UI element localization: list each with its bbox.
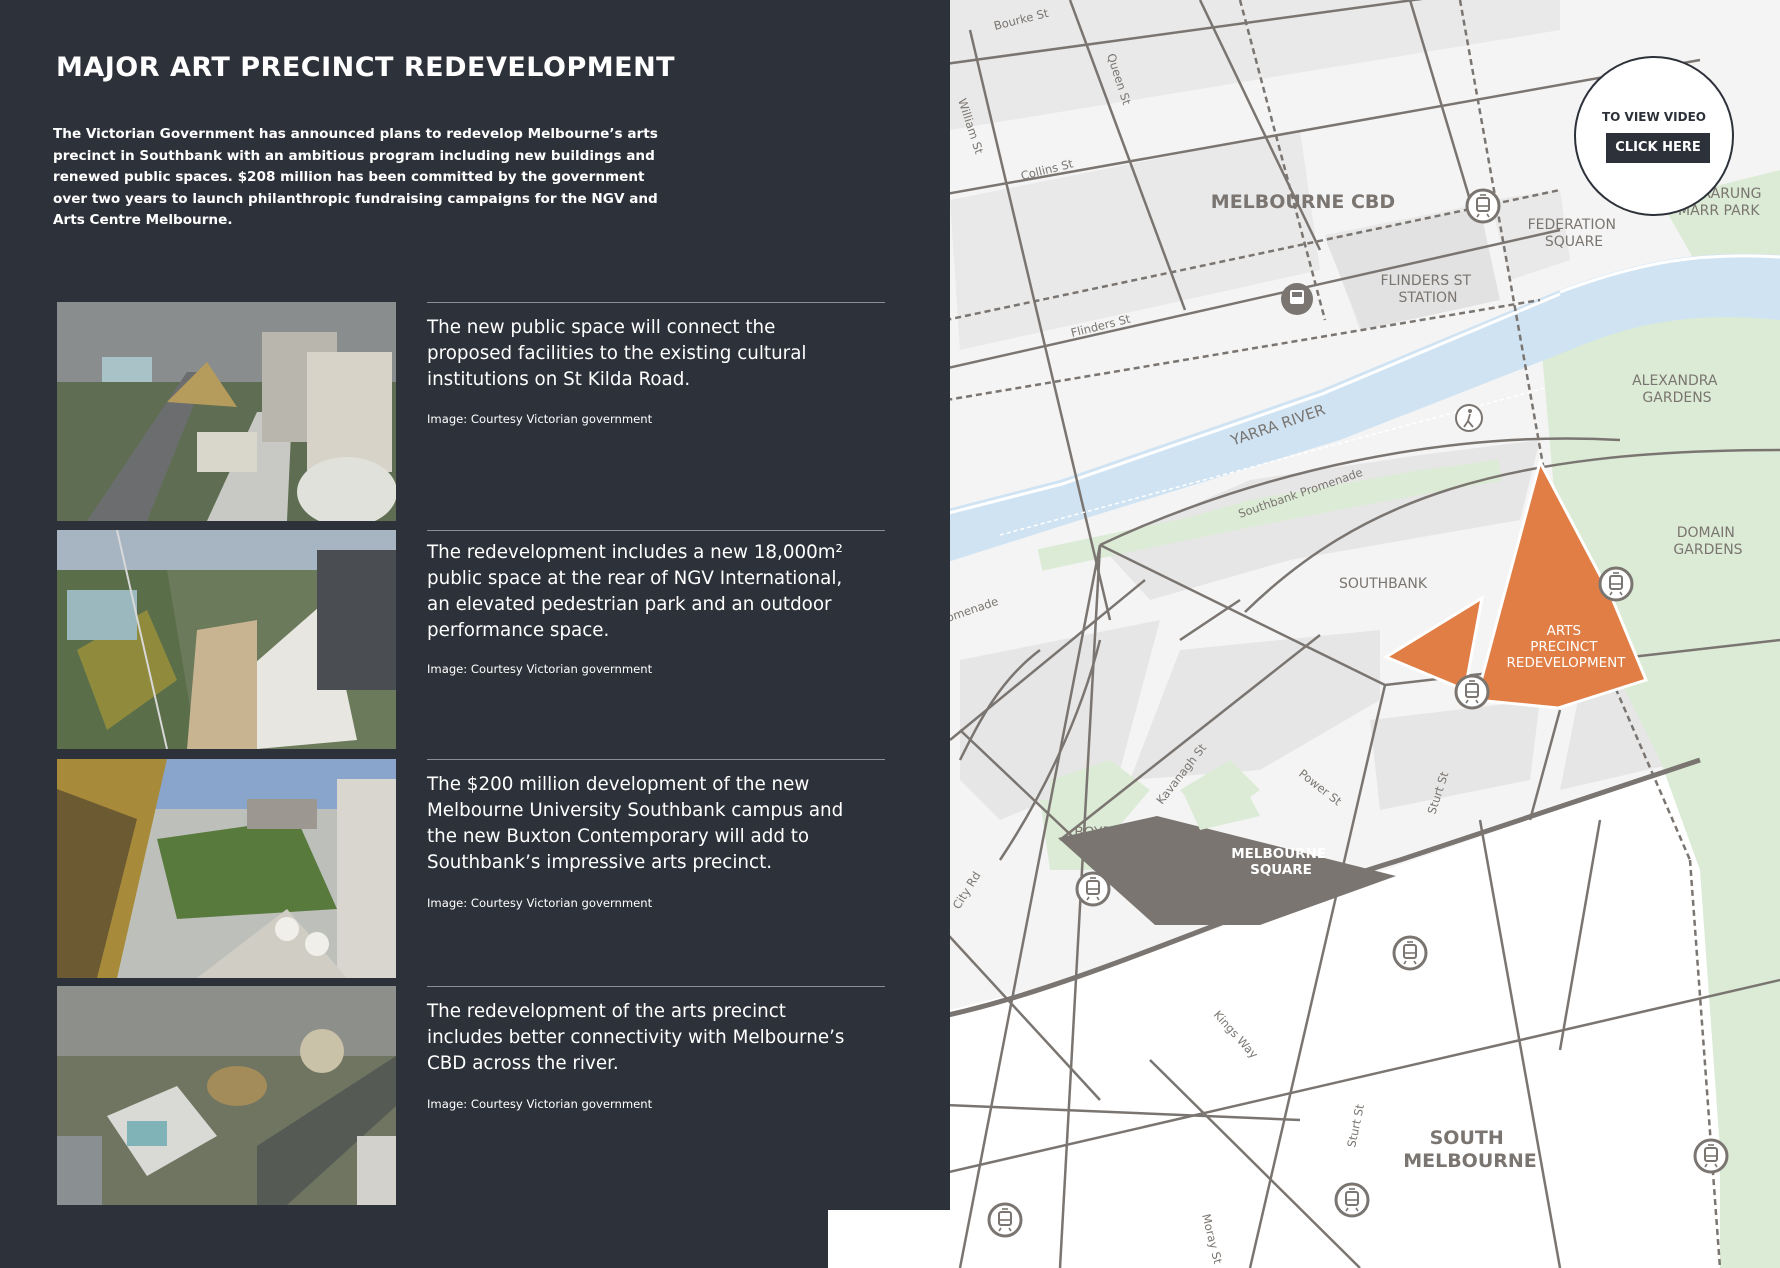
map-label-domain-gardens: DOMAIN: [1677, 525, 1735, 541]
pedestrian-icon: [1455, 404, 1483, 432]
tram-icon: [987, 1202, 1023, 1238]
map-label-federation-square: SQUARE: [1545, 234, 1603, 250]
aerial-render-image: [57, 530, 396, 749]
tram-icon: [1465, 188, 1501, 224]
tram-icon: [1334, 1182, 1370, 1218]
video-badge: TO VIEW VIDEO CLICK HERE: [1578, 60, 1730, 212]
tram-icon: [1075, 871, 1111, 907]
map-label-domain-gardens: GARDENS: [1673, 542, 1742, 558]
divider: [427, 759, 885, 760]
card-description: The new public space will connect the pr…: [427, 317, 807, 390]
aerial-render-image: [57, 986, 396, 1205]
map-label-flinders-station: STATION: [1398, 290, 1457, 306]
tram-icon: [1392, 935, 1428, 971]
map-label-south-melbourne: SOUTH: [1430, 1127, 1504, 1149]
click-here-button[interactable]: CLICK HERE: [1606, 133, 1710, 163]
svg-text:ALEXANDRA GARDENS: ALEXANDRA GARDENS: [1632, 373, 1722, 406]
image-credit: Image: Courtesy Victorian government: [427, 662, 653, 676]
image-credit: Image: Courtesy Victorian government: [427, 896, 653, 910]
map-label-arts-precinct: REDEVELOPMENT: [1507, 655, 1627, 671]
image-credit: Image: Courtesy Victorian government: [427, 1097, 653, 1111]
divider: [427, 302, 885, 303]
aerial-render-image: [57, 302, 396, 521]
aerial-render-image: [57, 759, 396, 978]
card-description: The redevelopment includes a new 18,000m…: [427, 542, 843, 641]
train-icon: [1281, 283, 1313, 315]
map-label-alexandra-gardens: ALEXANDRA: [1632, 373, 1718, 389]
map-label-melbourne-square: SQUARE: [1250, 862, 1312, 878]
map-label-south-melbourne: MELBOURNE: [1403, 1150, 1537, 1172]
map-label-arts-precinct: PRECINCT: [1530, 639, 1598, 655]
divider: [427, 530, 885, 531]
card-description: The redevelopment of the arts precinct i…: [427, 1001, 845, 1074]
svg-text:BOYD PARK: BOYD PARK: [1074, 825, 1117, 858]
map-label-boyd-park: PARK: [1078, 842, 1115, 858]
page-title: MAJOR ART PRECINCT REDEVELOPMENT: [56, 52, 676, 83]
divider: [427, 986, 885, 987]
svg-text:DOMAIN GARDENS: DOMAIN GARDENS: [1673, 525, 1742, 558]
tram-icon: [1598, 566, 1634, 602]
map-label-melbourne-square: MELBOURNE: [1231, 846, 1326, 862]
map-label-birrarung-marr: MARR PARK: [1678, 203, 1760, 219]
map-label-cbd: MELBOURNE CBD: [1211, 191, 1395, 213]
image-credit: Image: Courtesy Victorian government: [427, 412, 653, 426]
map-label-arts-precinct: ARTS: [1547, 623, 1581, 639]
content-panel: MAJOR ART PRECINCT REDEVELOPMENT The Vic…: [0, 0, 950, 1210]
intro-paragraph: The Victorian Government has announced p…: [53, 126, 658, 228]
map-label-federation-square: FEDERATION: [1528, 217, 1616, 233]
map-label-boyd-park: BOYD: [1074, 825, 1113, 841]
video-label: TO VIEW VIDEO: [1601, 110, 1707, 124]
map-label-flinders-station: FLINDERS ST: [1380, 273, 1471, 289]
map-label-southbank: SOUTHBANK: [1339, 576, 1428, 592]
tram-icon: [1454, 674, 1490, 710]
card-description: The $200 million development of the new …: [427, 774, 844, 873]
map-label-alexandra-gardens: GARDENS: [1642, 390, 1711, 406]
tram-icon: [1693, 1138, 1729, 1174]
